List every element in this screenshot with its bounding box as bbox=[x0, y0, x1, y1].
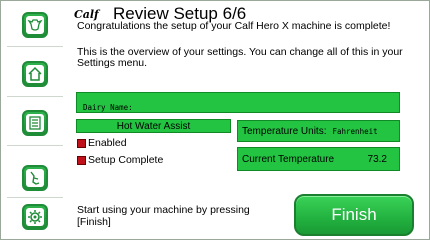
setup-complete-label: Setup Complete bbox=[88, 154, 164, 166]
current-temperature-value: 73.2 bbox=[367, 153, 387, 165]
temperature-units-field: Temperature Units: Fahrenheit bbox=[237, 120, 400, 142]
sidebar bbox=[1, 1, 63, 240]
setup-complete-checkbox-row: Setup Complete bbox=[77, 154, 163, 166]
enabled-label: Enabled bbox=[88, 137, 127, 149]
sidebar-divider bbox=[7, 46, 63, 47]
sidebar-divider bbox=[7, 96, 63, 97]
sidebar-divider bbox=[7, 197, 63, 198]
sidebar-item-cow[interactable] bbox=[22, 12, 48, 38]
enabled-checkbox-row: Enabled bbox=[77, 137, 127, 149]
dairy-name-field: Dairy Name: bbox=[76, 92, 400, 113]
cow-head-icon bbox=[26, 16, 44, 34]
overview-text: This is the overview of your settings. Y… bbox=[77, 46, 403, 69]
current-temperature-label: Current Temperature bbox=[242, 153, 335, 165]
home-icon bbox=[26, 65, 44, 83]
congratulations-text: Congratulations the setup of your Calf H… bbox=[77, 20, 391, 32]
enabled-checkbox bbox=[77, 138, 86, 148]
setup-complete-checkbox bbox=[77, 155, 86, 165]
sidebar-item-home[interactable] bbox=[22, 61, 48, 87]
dairy-name-label: Dairy Name: bbox=[83, 103, 133, 112]
temperature-units-label: Temperature Units: bbox=[242, 125, 327, 137]
hot-water-assist-label: Hot Water Assist bbox=[76, 119, 231, 133]
document-icon bbox=[26, 114, 44, 132]
temperature-units-value: Fahrenheit bbox=[332, 126, 378, 136]
sidebar-item-calf[interactable] bbox=[22, 165, 48, 191]
sidebar-divider bbox=[7, 145, 63, 146]
sidebar-item-document[interactable] bbox=[22, 110, 48, 136]
current-temperature-field: Current Temperature 73.2 bbox=[237, 147, 400, 171]
calf-icon bbox=[26, 169, 44, 187]
review-setup-screen: Calf Review Setup 6/6 Congratulations th… bbox=[0, 0, 430, 240]
sidebar-item-settings[interactable] bbox=[22, 204, 48, 230]
gear-icon bbox=[26, 208, 44, 226]
finish-button[interactable]: Finish bbox=[294, 194, 414, 236]
finish-instruction-text: Start using your machine by pressing [Fi… bbox=[77, 204, 250, 228]
